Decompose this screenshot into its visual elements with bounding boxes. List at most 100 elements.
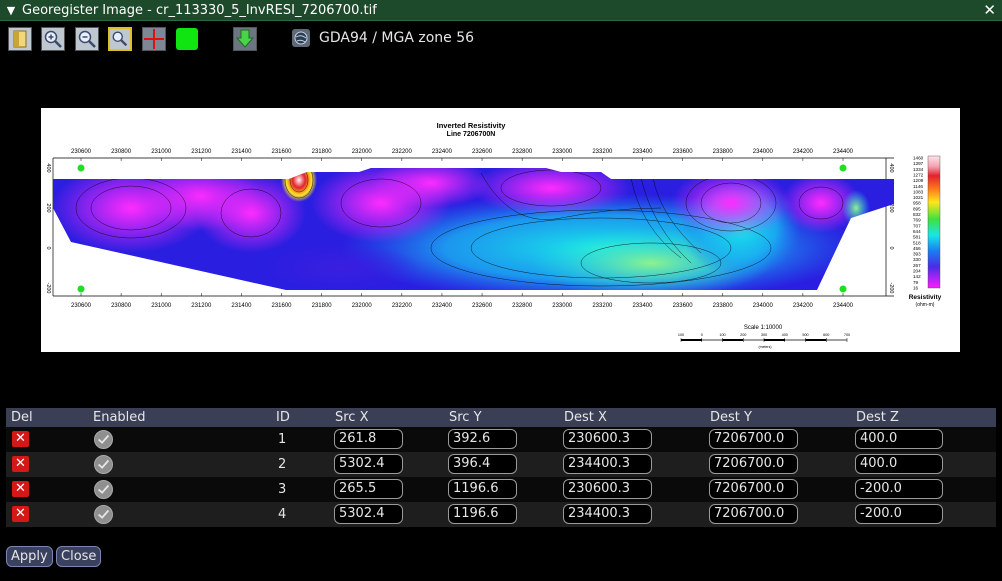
x-tick-label: 231000 [151, 303, 172, 309]
delete-icon[interactable]: ✕ [12, 456, 29, 472]
x-axis-bottom: 230600 230800 231000 231200 231400 231600 2318… [71, 293, 854, 309]
table-row: ✕ 1 261.8 392.6 230600.3 7206700.0 400.0 [6, 427, 996, 452]
legend-value: 204 [913, 269, 921, 274]
row-id: 1 [278, 432, 287, 447]
dest-x-field[interactable]: 234400.3 [563, 454, 652, 474]
x-tick-label: 230600 [71, 303, 92, 309]
legend-value: 456 [913, 246, 921, 251]
dest-y-field[interactable]: 7206700.0 [709, 479, 798, 499]
add-point-icon[interactable] [142, 27, 166, 51]
x-tick-label: 233200 [592, 303, 613, 309]
scale-tick-label: 400 [782, 333, 788, 337]
header-dest-x[interactable]: Dest X [564, 408, 607, 427]
x-tick-label: 230600 [71, 149, 92, 155]
dest-y-field[interactable]: 7206700.0 [709, 429, 798, 449]
x-axis-top: 230600 230800 231000 231200 231400 231600 2318… [71, 149, 854, 161]
y-tick-label: 0 [45, 246, 51, 249]
header-id[interactable]: ID [276, 408, 290, 427]
legend-title: Resistivity [909, 294, 942, 301]
x-tick-label: 234400 [833, 303, 854, 309]
delete-icon[interactable]: ✕ [12, 481, 29, 497]
globe-icon[interactable] [292, 29, 310, 47]
enabled-checkbox[interactable] [94, 430, 113, 449]
title-bar: ▼ Georegister Image - cr_113330_5_InvRES… [0, 0, 1002, 21]
legend-value: 769 [913, 218, 921, 223]
header-src-x[interactable]: Src X [335, 408, 369, 427]
legend-value: 142 [913, 274, 921, 279]
dest-y-field[interactable]: 7206700.0 [709, 454, 798, 474]
x-tick-label: 233000 [552, 303, 573, 309]
resistivity-section-fill [53, 168, 894, 290]
delete-icon[interactable]: ✕ [12, 431, 29, 447]
zoom-out-icon[interactable] [75, 27, 99, 51]
dest-x-field[interactable]: 234400.3 [563, 504, 652, 524]
scale-bar: 100 0 100 200 300 400 500 600 700 [678, 333, 850, 342]
collapse-icon[interactable]: ▼ [2, 4, 20, 17]
table-row: ✕ 3 265.5 1196.6 230600.3 7206700.0 -200… [6, 477, 996, 502]
crs-label: GDA94 / MGA zone 56 [319, 30, 475, 46]
apply-button[interactable]: Apply [6, 546, 53, 567]
enabled-checkbox[interactable] [94, 455, 113, 474]
x-tick-label: 234400 [833, 149, 854, 155]
dest-x-field[interactable]: 230600.3 [563, 429, 652, 449]
header-enabled[interactable]: Enabled [93, 408, 146, 427]
dest-z-field[interactable]: 400.0 [855, 429, 943, 449]
legend-value: 707 [913, 223, 921, 228]
resistivity-image: Inverted Resistivity Line 7206700N 23060… [41, 108, 960, 352]
src-x-field[interactable]: 5302.4 [334, 454, 403, 474]
image-subtitle: Line 7206700N [447, 131, 496, 138]
header-src-y[interactable]: Src Y [449, 408, 482, 427]
src-x-field[interactable]: 265.5 [334, 479, 403, 499]
y-tick-label: -200 [888, 282, 894, 293]
header-dest-z[interactable]: Dest Z [856, 408, 899, 427]
dest-x-field[interactable]: 230600.3 [563, 479, 652, 499]
src-x-field[interactable]: 5302.4 [334, 504, 403, 524]
open-file-icon[interactable] [8, 27, 32, 51]
dest-z-field[interactable]: -200.0 [855, 479, 943, 499]
x-tick-label: 231800 [312, 303, 333, 309]
dest-z-field[interactable]: -200.0 [855, 504, 943, 524]
zoom-fit-icon[interactable] [108, 27, 132, 51]
legend-value: 79 [913, 280, 919, 285]
src-y-field[interactable]: 396.4 [448, 454, 517, 474]
src-y-field[interactable]: 1196.6 [448, 479, 517, 499]
x-tick-label: 233400 [632, 303, 653, 309]
delete-icon[interactable]: ✕ [12, 506, 29, 522]
scale-tick-label: 100 [719, 333, 725, 337]
dest-z-field[interactable]: 400.0 [855, 454, 943, 474]
src-y-field[interactable]: 1196.6 [448, 504, 517, 524]
image-viewport[interactable]: Inverted Resistivity Line 7206700N 23060… [0, 57, 1002, 403]
color-swatch[interactable] [176, 28, 198, 50]
scale-tick-label: 300 [761, 333, 767, 337]
legend-value: 393 [913, 252, 921, 257]
x-tick-label: 231600 [272, 303, 293, 309]
dest-y-field[interactable]: 7206700.0 [709, 504, 798, 524]
row-id: 4 [278, 507, 287, 522]
x-tick-label: 233600 [673, 303, 694, 309]
legend-value: 895 [913, 206, 921, 211]
x-tick-label: 233200 [592, 149, 613, 155]
y-tick-label: 200 [45, 203, 51, 212]
src-x-field[interactable]: 261.8 [334, 429, 403, 449]
legend-value: 267 [913, 263, 921, 268]
close-button[interactable]: Close [56, 546, 102, 567]
header-del[interactable]: Del [11, 408, 33, 427]
zoom-in-icon[interactable] [41, 27, 65, 51]
enabled-checkbox[interactable] [94, 505, 113, 524]
x-tick-label: 234200 [793, 149, 814, 155]
close-icon[interactable]: ✕ [983, 0, 996, 20]
scale-tick-label: 500 [802, 333, 808, 337]
x-tick-label: 233000 [552, 149, 573, 155]
enabled-checkbox[interactable] [94, 480, 113, 499]
legend-value: 1146 [913, 184, 923, 189]
x-tick-label: 231800 [312, 149, 333, 155]
scale-label: Scale 1:10000 [744, 325, 783, 331]
x-tick-label: 233800 [713, 149, 734, 155]
src-y-field[interactable]: 392.6 [448, 429, 517, 449]
scale-tick-label: 700 [844, 333, 850, 337]
export-down-arrow-icon[interactable] [233, 27, 257, 51]
header-dest-y[interactable]: Dest Y [710, 408, 752, 427]
legend: 1460139713341272120911461083102195889583… [913, 156, 924, 291]
resistivity-section: Inverted Resistivity Line 7206700N 23060… [45, 121, 942, 349]
legend-value: 1209 [913, 178, 924, 183]
